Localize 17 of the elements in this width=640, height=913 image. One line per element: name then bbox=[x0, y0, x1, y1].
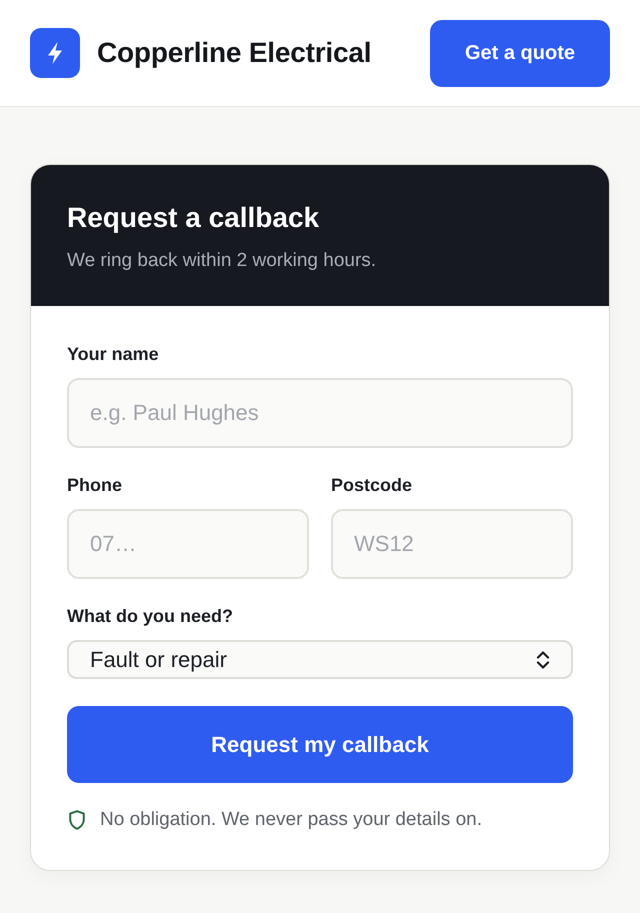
lightning-bolt-icon bbox=[30, 28, 80, 78]
brand-name: Copperline Electrical bbox=[97, 37, 372, 69]
privacy-note: No obligation. We never pass your details on. bbox=[100, 808, 482, 832]
text-field[interactable]: 07… bbox=[67, 509, 309, 579]
field-label: What do you need? bbox=[67, 605, 234, 628]
field-label: Postcode bbox=[331, 474, 414, 497]
shield-icon bbox=[69, 810, 85, 830]
field-label: Your name bbox=[67, 343, 160, 366]
submit-button[interactable]: Request my callback bbox=[67, 706, 573, 783]
text-field[interactable]: WS12 bbox=[331, 509, 573, 579]
get-quote-button[interactable]: Get a quote bbox=[430, 20, 610, 86]
text-field[interactable]: e.g. Paul Hughes bbox=[67, 378, 573, 448]
form-title: Request a callback bbox=[67, 201, 320, 235]
chevron-up-down-icon bbox=[536, 650, 550, 668]
field-label: Phone bbox=[67, 474, 124, 497]
form-subtitle: We ring back within 2 working hours. bbox=[67, 249, 378, 273]
dropdown-select[interactable]: Fault or repair bbox=[67, 640, 573, 679]
